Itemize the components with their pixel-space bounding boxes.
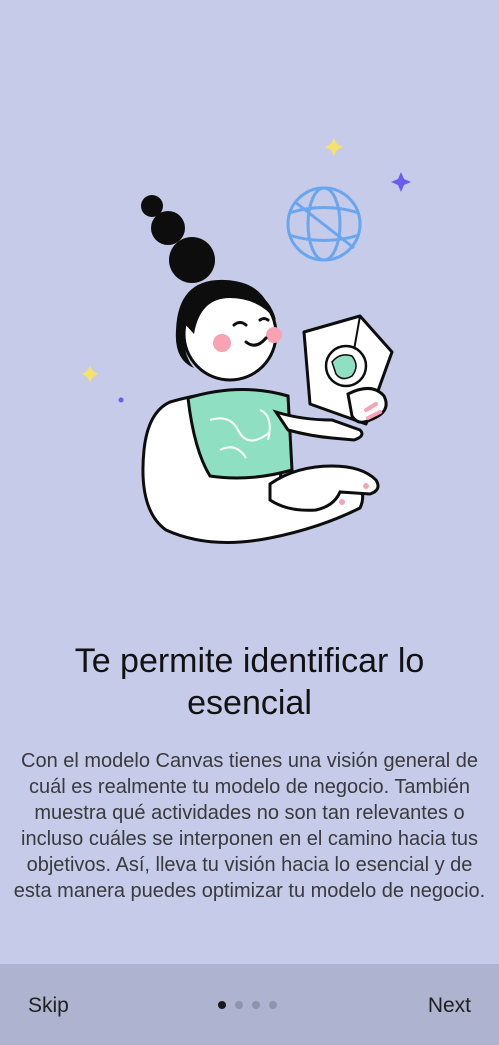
face-icon: [182, 286, 282, 382]
globe-icon: [286, 186, 362, 262]
dot-decoration: [118, 397, 124, 403]
onboarding-screen: Te permite identificar lo esencial Con e…: [0, 0, 499, 1045]
bottom-navigation-bar: Skip Next: [0, 964, 499, 1045]
sparkle-icon: [391, 172, 411, 192]
description-text: Con el modelo Canvas tienes una visión g…: [13, 750, 486, 902]
sparkle-icon: [325, 138, 343, 156]
page-indicator-dot: [235, 1001, 243, 1009]
skip-button[interactable]: Skip: [28, 994, 69, 1018]
page-indicator-dot: [269, 1001, 277, 1009]
page-indicator-dot: [252, 1001, 260, 1009]
next-button[interactable]: Next: [428, 994, 471, 1018]
sparkle-icon: [82, 366, 98, 382]
woman-reading-map-illustration: [82, 138, 411, 544]
hand-icon: [346, 387, 388, 424]
page-indicator: [218, 1001, 277, 1009]
page-title: Te permite identificar lo esencial: [74, 642, 425, 722]
page-indicator-dot-active: [218, 1001, 226, 1009]
